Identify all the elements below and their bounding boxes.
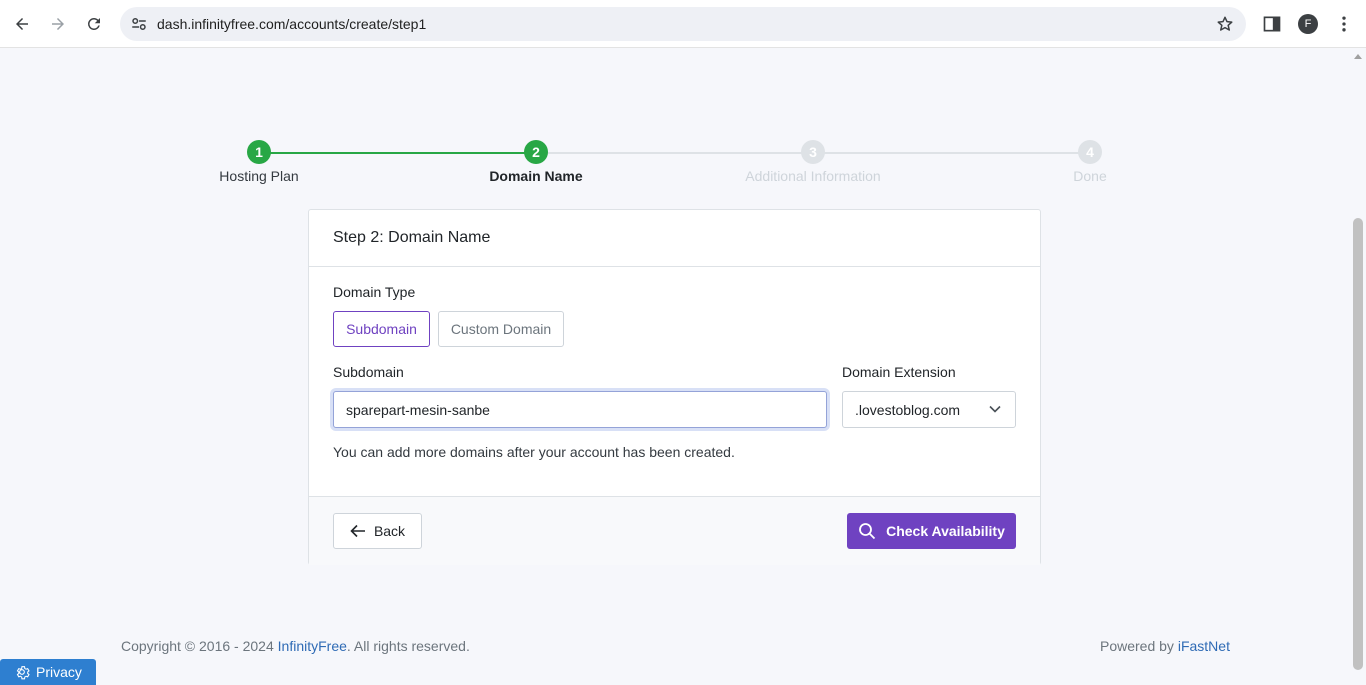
step-label: Done — [1073, 168, 1107, 184]
forward-arrow-icon[interactable] — [44, 10, 72, 38]
subdomain-toggle-button[interactable]: Subdomain — [333, 311, 430, 347]
scrollbar-thumb[interactable] — [1353, 218, 1363, 670]
progress-stepper: 1 Hosting Plan 2 Domain Name 3 Additiona… — [200, 140, 1167, 190]
site-settings-icon[interactable] — [130, 15, 148, 33]
back-arrow-icon[interactable] — [8, 10, 36, 38]
url-text[interactable]: dash.infinityfree.com/accounts/create/st… — [157, 16, 426, 32]
domain-extension-select[interactable]: .lovestoblog.com — [842, 391, 1016, 428]
bookmark-star-icon[interactable] — [1216, 15, 1234, 33]
privacy-label: Privacy — [36, 664, 82, 680]
help-text: You can add more domains after your acco… — [333, 444, 735, 460]
check-availability-label: Check Availability — [886, 523, 1005, 539]
card-title: Step 2: Domain Name — [333, 229, 491, 246]
copyright-prefix: Copyright © 2016 - 2024 — [121, 638, 278, 654]
domain-extension-value: .lovestoblog.com — [855, 402, 961, 418]
powered-prefix: Powered by — [1100, 638, 1178, 654]
step-label: Hosting Plan — [219, 168, 299, 184]
ifastnet-link[interactable]: iFastNet — [1178, 638, 1230, 654]
copyright-suffix: . All rights reserved. — [346, 638, 470, 654]
step-hosting-plan: 1 Hosting Plan — [159, 140, 359, 184]
step-label: Additional Information — [745, 168, 881, 184]
card-header: Step 2: Domain Name — [309, 210, 1040, 267]
back-button-label: Back — [373, 523, 406, 539]
more-menu-icon[interactable] — [1334, 14, 1354, 34]
step-number: 4 — [1078, 140, 1102, 164]
step-done: 4 Done — [990, 140, 1190, 184]
step-number: 1 — [247, 140, 271, 164]
profile-avatar[interactable]: F — [1298, 14, 1318, 34]
step-number: 2 — [524, 140, 548, 164]
gear-icon — [16, 666, 30, 680]
scroll-up-arrow-icon[interactable] — [1354, 54, 1362, 59]
copyright-text: Copyright © 2016 - 2024 InfinityFree. Al… — [121, 638, 470, 654]
privacy-button[interactable]: Privacy — [0, 659, 96, 685]
subdomain-input[interactable] — [333, 391, 827, 428]
powered-by-text: Powered by iFastNet — [1100, 638, 1230, 654]
back-button[interactable]: Back — [333, 513, 422, 549]
domain-extension-label: Domain Extension — [842, 364, 956, 380]
card-footer: Back Check Availability — [309, 496, 1040, 565]
arrow-left-icon — [350, 524, 365, 538]
subdomain-label: Subdomain — [333, 364, 404, 380]
custom-domain-toggle-button[interactable]: Custom Domain — [438, 311, 564, 347]
browser-toolbar: dash.infinityfree.com/accounts/create/st… — [0, 0, 1366, 48]
chevron-down-icon — [989, 405, 1001, 413]
domain-type-label: Domain Type — [333, 284, 416, 300]
side-panel-icon[interactable] — [1262, 14, 1282, 34]
address-bar[interactable]: dash.infinityfree.com/accounts/create/st… — [120, 7, 1246, 41]
domain-name-card: Step 2: Domain Name Domain Type Subdomai… — [308, 209, 1041, 565]
step-domain-name: 2 Domain Name — [436, 140, 636, 184]
card-body: Domain Type Subdomain Custom Domain Subd… — [309, 267, 1040, 496]
step-additional-information: 3 Additional Information — [713, 140, 913, 184]
page-scrollbar[interactable] — [1350, 48, 1366, 685]
check-availability-button[interactable]: Check Availability — [847, 513, 1016, 549]
search-icon — [859, 523, 876, 540]
infinityfree-link[interactable]: InfinityFree — [278, 638, 347, 654]
step-label: Domain Name — [489, 168, 583, 184]
reload-icon[interactable] — [80, 10, 108, 38]
step-number: 3 — [801, 140, 825, 164]
